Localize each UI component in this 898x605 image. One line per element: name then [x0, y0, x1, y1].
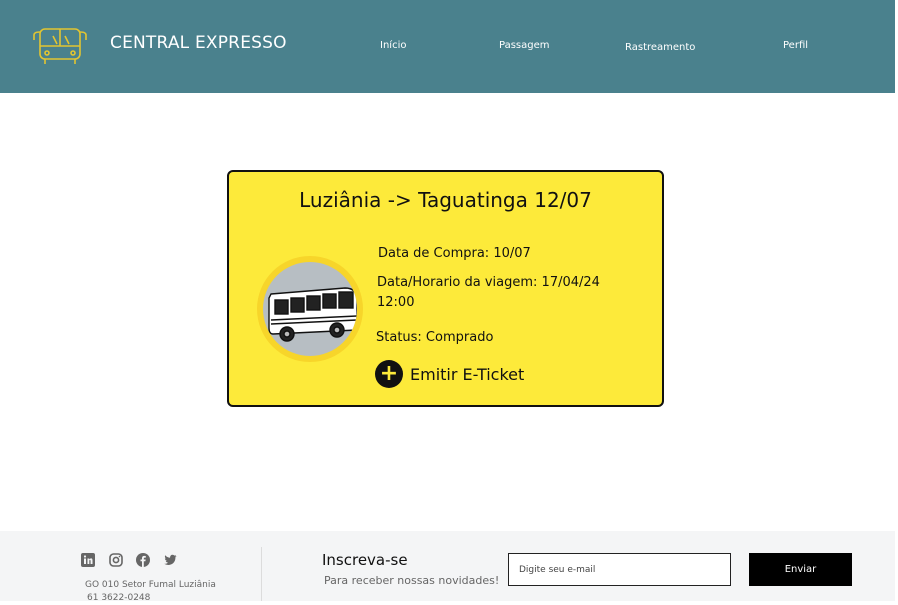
emit-eticket-label: Emitir E-Ticket — [410, 364, 525, 384]
plus-circle-icon: + — [375, 360, 403, 388]
facebook-icon[interactable] — [136, 553, 150, 567]
emit-eticket-button[interactable]: + Emitir E-Ticket — [375, 360, 524, 388]
bus-icon[interactable] — [31, 26, 89, 66]
nav-rastreamento[interactable]: Rastreamento — [625, 42, 695, 53]
ticket-route: Luziânia -> Taguatinga 12/07 — [299, 188, 592, 212]
address-phone: 61 3622-0248 — [87, 593, 151, 603]
subscribe-title: Inscreva-se — [322, 551, 408, 569]
header: CENTRAL EXPRESSO Início Passagem Rastrea… — [0, 0, 895, 93]
travel-datetime: Data/Horario da viagem: 17/04/24 — [377, 275, 600, 290]
bus-image — [257, 256, 363, 362]
send-button[interactable]: Enviar — [749, 553, 852, 586]
email-input[interactable] — [508, 553, 731, 586]
footer-divider — [261, 547, 262, 601]
purchase-date: Data de Compra: 10/07 — [378, 246, 531, 261]
travel-time: 12:00 — [377, 295, 415, 310]
linkedin-icon[interactable] — [81, 553, 95, 567]
subscribe-text: Para receber nossas novidades! — [324, 574, 500, 587]
twitter-icon[interactable] — [163, 553, 177, 567]
nav-passagem[interactable]: Passagem — [499, 40, 550, 51]
brand-title[interactable]: CENTRAL EXPRESSO — [110, 33, 287, 53]
nav-inicio[interactable]: Início — [380, 40, 406, 51]
ticket-card: Luziânia -> Taguatinga 12/07 Data de Com… — [227, 170, 664, 407]
instagram-icon[interactable] — [109, 553, 123, 567]
bus-icon — [268, 287, 357, 342]
address: GO 010 Setor Fumal Luziânia 61 3622-0248 — [85, 579, 216, 605]
ticket-status: Status: Comprado — [376, 330, 494, 345]
nav-perfil[interactable]: Perfil — [783, 40, 808, 51]
footer: GO 010 Setor Fumal Luziânia 61 3622-0248… — [0, 531, 895, 603]
address-street: GO 010 Setor Fumal Luziânia — [85, 580, 216, 590]
